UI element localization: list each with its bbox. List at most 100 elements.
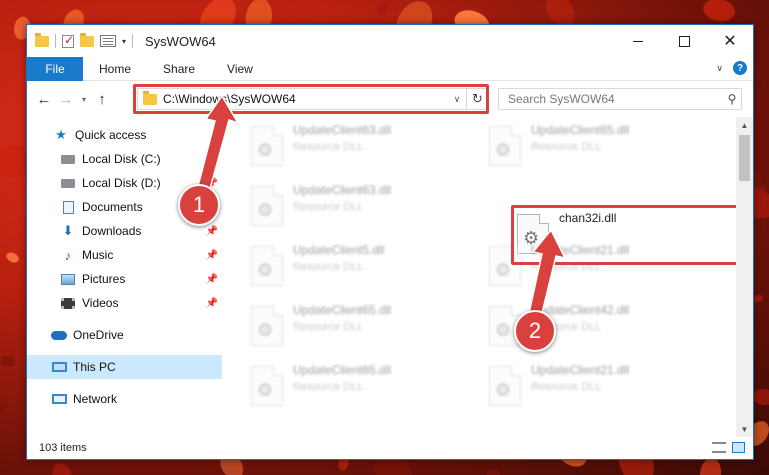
sidebar-item-label: Quick access (75, 128, 147, 142)
star-icon: ★ (55, 127, 67, 142)
dll-file-icon: ⚙ (251, 186, 283, 226)
folder-icon (35, 32, 49, 47)
sidebar-item-network[interactable]: Network (27, 387, 222, 411)
list-item[interactable]: ⚙ UpdateClient21.dll Resource DLL (481, 359, 711, 413)
view-options-icon[interactable] (100, 35, 116, 47)
file-highlight-box (511, 205, 739, 265)
leaf-decoration (486, 467, 502, 475)
list-item[interactable]: ⚙ UpdateClient63.dll Resource DLL (243, 119, 473, 173)
properties-check-icon[interactable] (62, 33, 74, 48)
customize-toolbar-chevron-icon[interactable]: ▾ (122, 37, 126, 46)
help-icon[interactable]: ? (733, 61, 747, 75)
dll-file-icon: ⚙ (489, 366, 521, 406)
leaf-decoration (700, 0, 737, 25)
leaf-decoration (698, 457, 723, 475)
leaf-decoration (752, 294, 764, 303)
navigation-pane: ★ Quick access Local Disk (C:) Local Dis… (27, 117, 222, 437)
scroll-down-arrow-icon[interactable]: ▼ (736, 421, 753, 437)
scroll-up-arrow-icon[interactable]: ▲ (736, 117, 753, 133)
download-icon: ⬇ (62, 223, 74, 238)
list-item[interactable]: ⚙ UpdateClient65.dll Resource DLL (243, 359, 473, 413)
file-type: Resource DLL (293, 381, 364, 393)
sidebar-item-label: Documents (82, 200, 143, 214)
network-icon (51, 392, 67, 406)
scrollbar-thumb[interactable] (739, 135, 750, 181)
sidebar-item-label: Local Disk (C:) (82, 152, 161, 166)
recent-locations-chevron-icon[interactable]: ▾ (77, 95, 91, 104)
drive-icon (60, 176, 76, 190)
status-bar: 103 items (27, 437, 753, 459)
file-name: UpdateClient65.dll (293, 363, 392, 377)
tab-file[interactable]: File (27, 56, 83, 81)
toolbar-divider (55, 34, 56, 48)
list-item[interactable]: ⚙ UpdateClient63.dll Resource DLL (243, 179, 473, 233)
sidebar-item-local-disk-c[interactable]: Local Disk (C:) (27, 147, 222, 171)
sidebar-item-label: Music (82, 248, 114, 262)
tab-view[interactable]: View (211, 62, 269, 76)
list-item[interactable]: ⚙ UpdateClient65.dll Resource DLL (481, 119, 711, 173)
sidebar-item-this-pc[interactable]: This PC (27, 355, 222, 379)
sidebar-item-label: OneDrive (73, 328, 124, 342)
dll-file-icon: ⚙ (251, 366, 283, 406)
file-list: ⚙ UpdateClient63.dll Resource DLL ⚙ Updat… (223, 117, 740, 437)
tab-home[interactable]: Home (83, 62, 147, 76)
pictures-icon (60, 272, 76, 286)
navigation-bar: ← → ▾ ↑ C:\Windows\SysWOW64 ∨ ↻ Search S… (27, 82, 753, 116)
dll-file-icon: ⚙ (489, 126, 521, 166)
file-type: Resource DLL (293, 321, 364, 333)
step-2-badge: 2 (514, 310, 556, 352)
file-type: Resource DLL (293, 141, 364, 153)
sidebar-item-videos[interactable]: Videos 📌 (27, 291, 222, 315)
file-type: Resource DLL (293, 261, 364, 273)
list-item[interactable]: ⚙ UpdateClient5.dll Resource DLL (243, 239, 473, 293)
computer-icon (51, 360, 67, 374)
file-name: UpdateClient65.dll (293, 303, 392, 317)
maximize-button[interactable] (661, 25, 707, 57)
file-name: UpdateClient65.dll (531, 123, 630, 137)
large-icons-view-icon[interactable] (732, 442, 745, 453)
window-title: SysWOW64 (145, 33, 216, 49)
search-box[interactable]: Search SysWOW64 ⚲ (498, 88, 742, 110)
window-controls: ✕ (615, 25, 753, 57)
toolbar-divider (132, 34, 134, 48)
expand-ribbon-chevron-icon[interactable]: ∨ (716, 63, 723, 74)
ribbon-tabs: File Home Share View ∨ ? (27, 56, 753, 81)
file-type: Resource DLL (293, 201, 364, 213)
forward-button[interactable]: → (55, 91, 77, 108)
dll-file-icon: ⚙ (251, 246, 283, 286)
sidebar-item-music[interactable]: ♪ Music 📌 (27, 243, 222, 267)
up-button[interactable]: ↑ (91, 91, 113, 108)
back-button[interactable]: ← (33, 91, 55, 108)
sidebar-item-onedrive[interactable]: OneDrive (27, 323, 222, 347)
sidebar-item-pictures[interactable]: Pictures 📌 (27, 267, 222, 291)
file-name: UpdateClient63.dll (293, 123, 392, 137)
pin-icon: 📌 (205, 249, 218, 261)
file-name: UpdateClient21.dll (531, 363, 630, 377)
sidebar-item-label: Videos (82, 296, 119, 310)
search-icon[interactable]: ⚲ (723, 92, 741, 106)
leaf-decoration (5, 250, 21, 265)
file-name: UpdateClient5.dll (293, 243, 385, 257)
minimize-button[interactable] (615, 25, 661, 57)
document-icon (60, 200, 76, 214)
pin-icon: 📌 (205, 225, 218, 237)
dll-file-icon: ⚙ (251, 306, 283, 346)
file-explorer-window: ▾ SysWOW64 ✕ File Home Share View ∨ ? ← … (26, 24, 754, 460)
sidebar-item-label: Local Disk (D:) (82, 176, 161, 190)
tab-share[interactable]: Share (147, 62, 211, 76)
sidebar-item-quick-access[interactable]: ★ Quick access (27, 123, 222, 147)
step-1-badge: 1 (178, 184, 220, 226)
sidebar-item-label: Network (73, 392, 118, 406)
search-input[interactable]: Search SysWOW64 (508, 92, 723, 106)
close-button[interactable]: ✕ (707, 25, 753, 57)
view-toggle (712, 442, 745, 453)
vertical-scrollbar[interactable]: ▲ ▼ (736, 117, 753, 437)
list-item[interactable]: ⚙ UpdateClient65.dll Resource DLL (243, 299, 473, 353)
new-folder-icon[interactable] (80, 32, 94, 47)
file-type: Resource DLL (531, 381, 602, 393)
ribbon-right-controls: ∨ ? (716, 61, 747, 75)
file-type: Resource DLL (531, 141, 602, 153)
sidebar-item-label: Downloads (82, 224, 142, 238)
details-view-icon[interactable] (712, 442, 726, 453)
cloud-icon (51, 328, 67, 342)
